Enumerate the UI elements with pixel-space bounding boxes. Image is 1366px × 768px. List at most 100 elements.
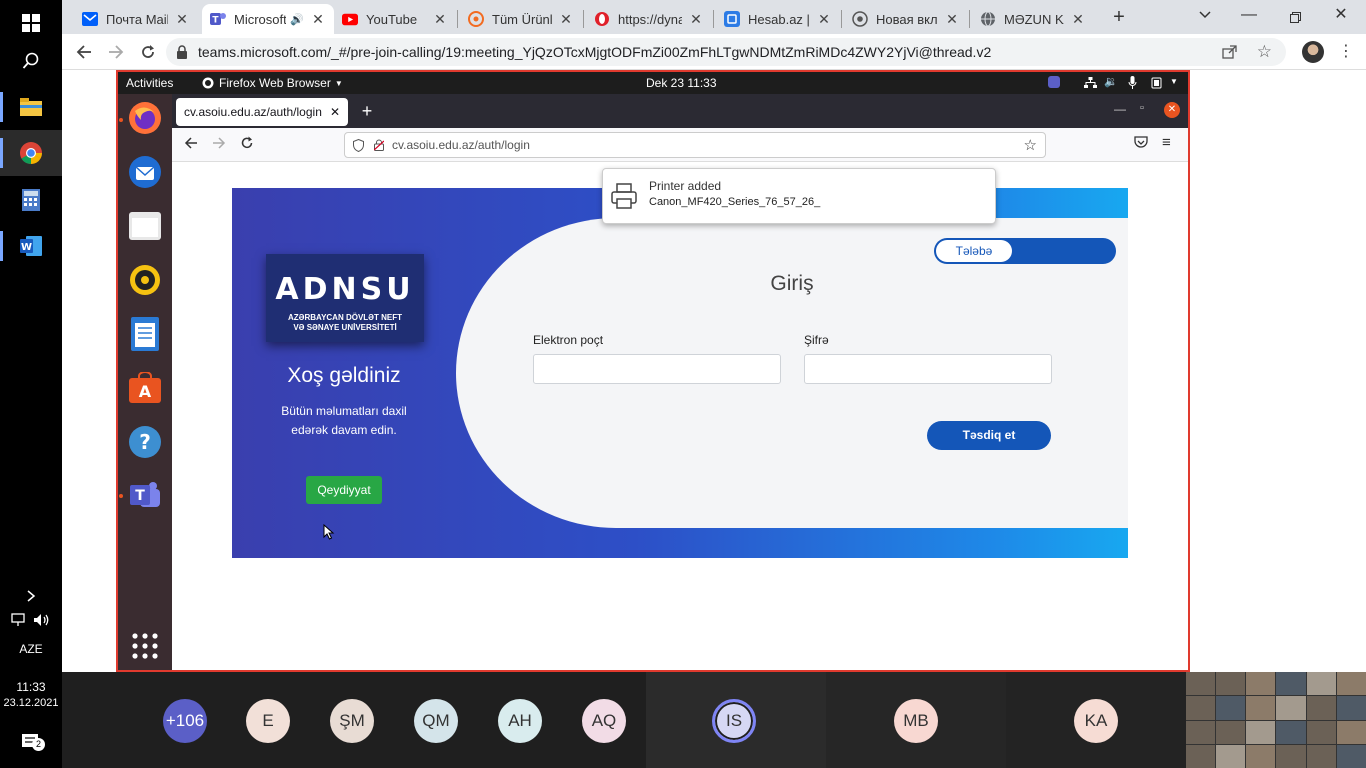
chrome-tab-youtube[interactable]: YouTube ✕ — [334, 4, 456, 34]
close-icon[interactable]: ✕ — [944, 11, 960, 28]
overflow-participants-count[interactable]: +106 — [163, 699, 207, 743]
show-hidden-icons-button[interactable] — [0, 583, 62, 609]
video-thumbnail[interactable] — [1186, 696, 1216, 720]
chrome-tab-hesab[interactable]: Hesab.az | A ✕ — [716, 4, 840, 34]
video-thumbnail[interactable] — [1306, 720, 1336, 744]
network-icon[interactable] — [1084, 77, 1097, 89]
video-thumbnail[interactable] — [1306, 696, 1336, 720]
dock-teams[interactable]: T — [127, 478, 163, 514]
video-thumbnail[interactable] — [1336, 696, 1366, 720]
video-thumbnail[interactable] — [1216, 744, 1246, 768]
video-thumbnail[interactable] — [1246, 696, 1276, 720]
profile-avatar[interactable] — [1302, 41, 1324, 63]
tab-search-button[interactable] — [1194, 6, 1216, 28]
close-window-button[interactable]: ✕ — [1164, 102, 1180, 118]
dock-files[interactable] — [127, 208, 163, 244]
new-tab-button[interactable]: + — [1108, 6, 1130, 28]
close-icon[interactable]: ✕ — [816, 11, 832, 28]
chrome-tab-mail[interactable]: Почта Mail.ru ✕ — [74, 4, 198, 34]
printer-notification[interactable]: Printer added Canon_MF420_Series_76_57_2… — [602, 168, 996, 224]
volume-icon[interactable]: 🔉 — [1104, 75, 1118, 88]
back-button[interactable] — [72, 40, 96, 64]
participant-avatar[interactable]: AQ — [582, 699, 626, 743]
participant-avatar[interactable]: E — [246, 699, 290, 743]
video-thumbnail[interactable] — [1216, 720, 1246, 744]
taskbar-chrome[interactable] — [0, 130, 62, 176]
system-tray[interactable] — [0, 607, 62, 633]
video-thumbnail[interactable] — [1336, 744, 1366, 768]
action-center-button[interactable]: 2 — [0, 722, 62, 762]
new-tab-button[interactable]: + — [356, 100, 378, 122]
reload-button[interactable] — [240, 136, 254, 155]
video-thumbnail[interactable] — [1276, 696, 1306, 720]
participant-avatar[interactable]: AH — [498, 699, 542, 743]
dock-libreoffice-writer[interactable] — [127, 316, 163, 352]
register-button[interactable]: Qeydiyyat — [306, 476, 382, 504]
search-button[interactable] — [0, 38, 62, 84]
taskbar-file-explorer[interactable] — [0, 84, 62, 130]
chrome-tab-teams[interactable]: T Microsoft Teams 🔊 ✕ — [202, 4, 334, 34]
minimize-button[interactable]: — — [1238, 6, 1260, 28]
participant-avatar[interactable]: KA — [1074, 699, 1118, 743]
firefox-tab-login[interactable]: cv.asoiu.edu.az/auth/login ✕ — [176, 98, 348, 126]
participant-avatar[interactable]: ŞM — [330, 699, 374, 743]
taskbar-word[interactable]: W — [0, 223, 62, 269]
system-menu-caret-icon[interactable]: ▼ — [1170, 77, 1178, 86]
clock-date[interactable]: 23.12.2021 — [0, 697, 62, 709]
back-button[interactable] — [184, 136, 198, 154]
video-thumbnail[interactable] — [1186, 672, 1216, 696]
video-thumbnail[interactable] — [1336, 720, 1366, 744]
restore-button[interactable] — [1284, 6, 1306, 28]
teams-tray-icon[interactable] — [1048, 76, 1060, 88]
close-icon[interactable]: ✕ — [558, 11, 574, 28]
role-toggle[interactable]: Tələbə — [934, 238, 1116, 264]
close-icon[interactable]: ✕ — [1070, 11, 1086, 28]
pocket-button[interactable] — [1134, 136, 1148, 154]
video-thumbnail[interactable] — [1216, 672, 1246, 696]
role-toggle-student[interactable]: Tələbə — [936, 240, 1012, 262]
menu-button[interactable]: ⋮ — [1336, 40, 1356, 64]
audio-playing-icon[interactable]: 🔊 — [290, 13, 304, 26]
video-thumbnail[interactable] — [1186, 744, 1216, 768]
video-gallery[interactable] — [1186, 672, 1366, 768]
dock-help[interactable]: ? — [127, 424, 163, 460]
forward-button[interactable] — [212, 136, 226, 154]
video-thumbnail[interactable] — [1276, 720, 1306, 744]
dock-thunderbird[interactable] — [127, 154, 163, 190]
show-applications-button[interactable] — [127, 628, 163, 664]
close-icon[interactable]: ✕ — [330, 105, 340, 119]
participant-avatar[interactable]: QM — [414, 699, 458, 743]
participant-avatar[interactable]: MB — [894, 699, 938, 743]
dock-software[interactable]: A — [127, 370, 163, 406]
bookmark-star-icon[interactable]: ☆ — [1024, 136, 1037, 154]
close-icon[interactable]: ✕ — [688, 11, 704, 28]
chrome-tab-newtab[interactable]: Новая вкладка ✕ — [844, 4, 968, 34]
close-icon[interactable]: ✕ — [174, 11, 190, 28]
maximize-button[interactable]: ▫ — [1140, 102, 1144, 114]
video-thumbnail[interactable] — [1276, 744, 1306, 768]
submit-button[interactable]: Təsdiq et — [927, 421, 1051, 450]
reload-button[interactable] — [136, 40, 160, 64]
video-thumbnail[interactable] — [1306, 672, 1336, 696]
password-input[interactable] — [804, 354, 1052, 384]
dock-rhythmbox[interactable] — [127, 262, 163, 298]
video-thumbnail[interactable] — [1246, 720, 1276, 744]
chrome-tab-mezun[interactable]: MƏZUN KAB ✕ — [972, 4, 1094, 34]
battery-icon[interactable] — [1150, 77, 1164, 89]
video-thumbnail[interactable] — [1216, 696, 1246, 720]
address-bar[interactable]: teams.microsoft.com/_#/pre-join-calling/… — [166, 38, 1286, 66]
clock[interactable]: Dek 23 11:33 — [646, 76, 717, 90]
close-icon[interactable]: ✕ — [310, 11, 326, 28]
activities-button[interactable]: Activities — [126, 76, 173, 90]
video-thumbnail[interactable] — [1186, 720, 1216, 744]
close-icon[interactable]: ✕ — [432, 11, 448, 28]
language-indicator[interactable]: AZE — [0, 642, 62, 656]
app-menu[interactable]: Firefox Web Browser ▼ — [202, 76, 343, 90]
video-thumbnail[interactable] — [1306, 744, 1336, 768]
forward-button[interactable] — [104, 40, 128, 64]
microphone-icon[interactable] — [1128, 76, 1137, 89]
taskbar-calculator[interactable] — [0, 177, 62, 223]
bookmark-star-icon[interactable]: ☆ — [1257, 42, 1272, 62]
minimize-button[interactable]: — — [1114, 102, 1126, 116]
video-thumbnail[interactable] — [1276, 672, 1306, 696]
